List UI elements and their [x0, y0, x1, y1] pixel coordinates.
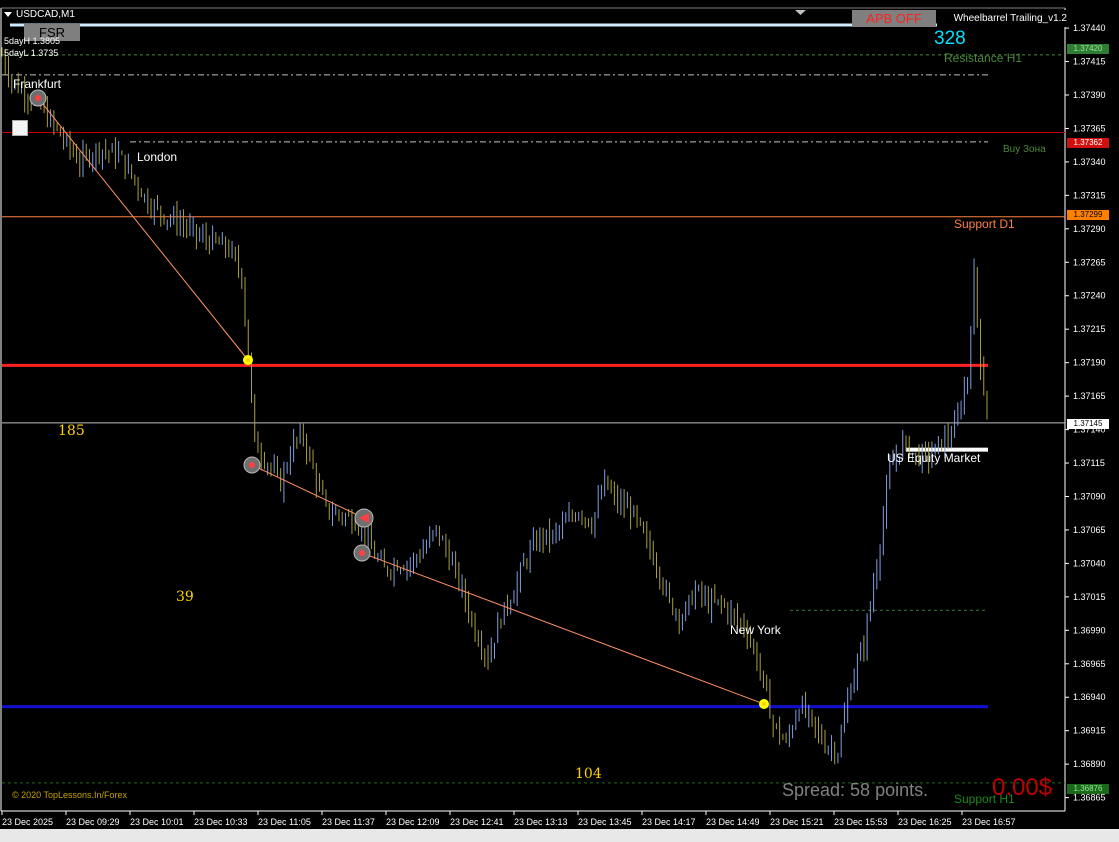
- session-london: London: [137, 150, 178, 164]
- swing-count-104: 104: [575, 766, 602, 782]
- resistance-h1-label: Resistance H1: [944, 51, 1023, 65]
- y-tick-label: 1.37115: [1073, 458, 1105, 468]
- x-tick-label: 23 Dec 14:17: [642, 817, 696, 827]
- y-tick-label: 1.36865: [1073, 793, 1106, 803]
- x-tick-label: 23 Dec 15:21: [770, 817, 824, 827]
- panel-checkbox[interactable]: [12, 120, 28, 136]
- swing-count-39: 39: [176, 589, 194, 605]
- copyright-text: © 2020 TopLessons.In/Forex: [12, 790, 128, 800]
- y-tick-label: 1.37165: [1073, 391, 1106, 401]
- session-frankfurt: Frankfurt: [13, 77, 62, 91]
- y-tick-label: 1.36940: [1073, 692, 1106, 702]
- x-tick-label: 23 Dec 10:33: [194, 817, 248, 827]
- y-tick-label: 1.37340: [1073, 157, 1106, 167]
- price-chart[interactable]: 1.37440 1.37415 1.37390 1.37365 1.37340 1.373…: [0, 0, 1119, 842]
- y-tick-label: 1.37065: [1073, 525, 1106, 535]
- y-tick-label: 1.37390: [1073, 90, 1106, 100]
- buy-zone-label: Buy Зона: [1003, 144, 1046, 155]
- price-tag-current: 1.37145: [1067, 419, 1109, 429]
- price-tag-support-h1: 1.36876: [1067, 784, 1109, 794]
- x-tick-label: 23 Dec 11:37: [322, 817, 375, 827]
- symbol-label: USDCAD,M1: [4, 9, 75, 20]
- x-tick-label: 23 Dec 15:53: [834, 817, 888, 827]
- y-tick-label: 1.37290: [1073, 224, 1106, 234]
- x-tick-label: 23 Dec 14:49: [706, 817, 760, 827]
- y-tick-label: 1.37265: [1073, 257, 1106, 267]
- trade-marker-dot: [35, 95, 41, 101]
- x-tick-label: 23 Dec 2025: [2, 817, 53, 827]
- apb-toggle-button[interactable]: APB OFF: [852, 10, 936, 27]
- x-tick-label: 23 Dec 12:41: [450, 817, 504, 827]
- y-tick-label: 1.36915: [1073, 726, 1106, 736]
- y-tick-label: 1.37440: [1073, 23, 1106, 33]
- y-tick-label: 1.37215: [1073, 324, 1106, 334]
- dropdown-triangle-icon[interactable]: [4, 11, 12, 17]
- y-tick-label: 1.36990: [1073, 625, 1106, 635]
- x-tick-label: 23 Dec 11:05: [258, 817, 311, 827]
- five-day-low: 5dayL 1.3735: [4, 48, 59, 58]
- x-tick-label: 23 Dec 13:13: [514, 817, 568, 827]
- swing-count-185: 185: [58, 423, 85, 439]
- five-day-high: 5dayH 1.3805: [4, 36, 61, 46]
- price-tag-buy: 1.37362: [1067, 138, 1109, 148]
- y-tick-label: 1.37315: [1073, 190, 1106, 200]
- spread-readout: Spread: 58 points.: [782, 780, 929, 800]
- y-tick-label: 1.37240: [1073, 291, 1106, 301]
- support-d1-label: Support D1: [954, 217, 1015, 231]
- x-tick-label: 23 Dec 10:01: [130, 817, 184, 827]
- bar-counter: 328: [934, 28, 966, 49]
- trade-marker-dot: [359, 550, 365, 556]
- x-tick-label: 23 Dec 16:25: [898, 817, 952, 827]
- horizontal-scrollbar[interactable]: [0, 829, 1119, 842]
- session-us-equity: US Equity Market: [887, 451, 981, 465]
- y-tick-label: 1.37190: [1073, 358, 1106, 368]
- price-tag-support-d1: 1.37299: [1067, 210, 1109, 220]
- price-tag-resistance: 1.37420: [1067, 44, 1109, 54]
- y-tick-label: 1.37365: [1073, 123, 1106, 133]
- x-tick-label: 23 Dec 16:57: [962, 817, 1016, 827]
- profit-readout: 0.00$: [992, 774, 1053, 801]
- pivot-star-core: [246, 358, 250, 362]
- trade-marker-dot: [249, 462, 255, 468]
- session-new-york: New York: [730, 623, 781, 637]
- pivot-star-core: [762, 702, 766, 706]
- x-tick-label: 23 Dec 09:29: [66, 817, 120, 827]
- y-tick-label: 1.36890: [1073, 759, 1106, 769]
- y-tick-label: 1.37015: [1073, 592, 1106, 602]
- x-tick-label: 23 Dec 12:09: [386, 817, 440, 827]
- y-tick-label: 1.36965: [1073, 659, 1106, 669]
- y-tick-label: 1.37090: [1073, 491, 1106, 501]
- x-tick-label: 23 Dec 13:45: [578, 817, 632, 827]
- y-tick-label: 1.37040: [1073, 558, 1106, 568]
- y-tick-label: 1.37415: [1073, 57, 1106, 67]
- ea-title: Wheelbarrel Trailing_v1.2: [937, 10, 1067, 27]
